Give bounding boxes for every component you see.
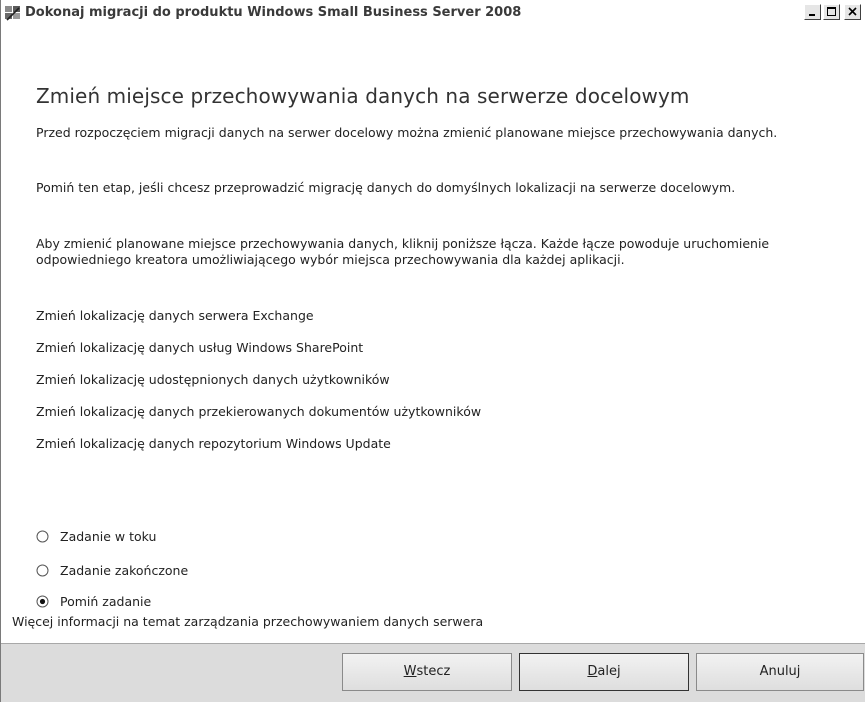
next-button-label: alej	[597, 664, 621, 679]
radio-label: Zadanie w toku	[60, 529, 157, 544]
radio-selected-icon[interactable]	[36, 595, 49, 608]
radio-unselected-icon[interactable]	[36, 564, 49, 577]
link-sharepoint-location[interactable]: Zmień lokalizację danych usług Windows S…	[36, 340, 363, 355]
back-button-label: stecz	[416, 664, 451, 679]
minimize-icon	[809, 14, 815, 16]
skip-paragraph: Pomiń ten etap, jeśli chcesz przeprowadz…	[36, 180, 736, 195]
back-button-mnemonic: W	[403, 664, 417, 679]
page-title: Zmień miejsce przechowywania danych na s…	[36, 84, 690, 108]
radio-label: Zadanie zakończone	[60, 563, 189, 578]
link-exchange-location[interactable]: Zmień lokalizację danych serwera Exchang…	[36, 308, 314, 323]
cancel-button[interactable]: Anuluj	[696, 653, 864, 691]
intro-paragraph: Przed rozpoczęciem migracji danych na se…	[36, 125, 778, 140]
next-button-mnemonic: D	[587, 664, 598, 679]
title-bar[interactable]: Dokonaj migracji do produktu Windows Sma…	[1, 0, 865, 28]
close-icon	[848, 7, 857, 16]
link-redirected-docs-location[interactable]: Zmień lokalizację danych przekierowanych…	[36, 404, 481, 419]
link-shared-data-location[interactable]: Zmień lokalizację udostępnionych danych …	[36, 372, 390, 387]
instructions-paragraph: Aby zmienić planowane miejsce przechowyw…	[36, 236, 770, 267]
more-info-link[interactable]: Więcej informacji na temat zarządzania p…	[12, 614, 483, 629]
window-title: Dokonaj migracji do produktu Windows Sma…	[25, 5, 522, 20]
button-bar: Wstecz Dalej Anuluj	[1, 643, 865, 702]
maximize-icon	[827, 7, 836, 16]
next-button[interactable]: Dalej	[519, 653, 689, 691]
radio-unselected-icon[interactable]	[36, 530, 49, 543]
close-button[interactable]	[844, 4, 861, 20]
back-button[interactable]: Wstecz	[342, 653, 512, 691]
minimize-button[interactable]	[804, 4, 821, 20]
wizard-window: Dokonaj migracji do produktu Windows Sma…	[0, 0, 865, 702]
maximize-button[interactable]	[823, 4, 840, 20]
link-windows-update-location[interactable]: Zmień lokalizację danych repozytorium Wi…	[36, 436, 391, 451]
radio-label: Pomiń zadanie	[60, 594, 152, 609]
sbs-wizard-icon	[4, 4, 22, 22]
